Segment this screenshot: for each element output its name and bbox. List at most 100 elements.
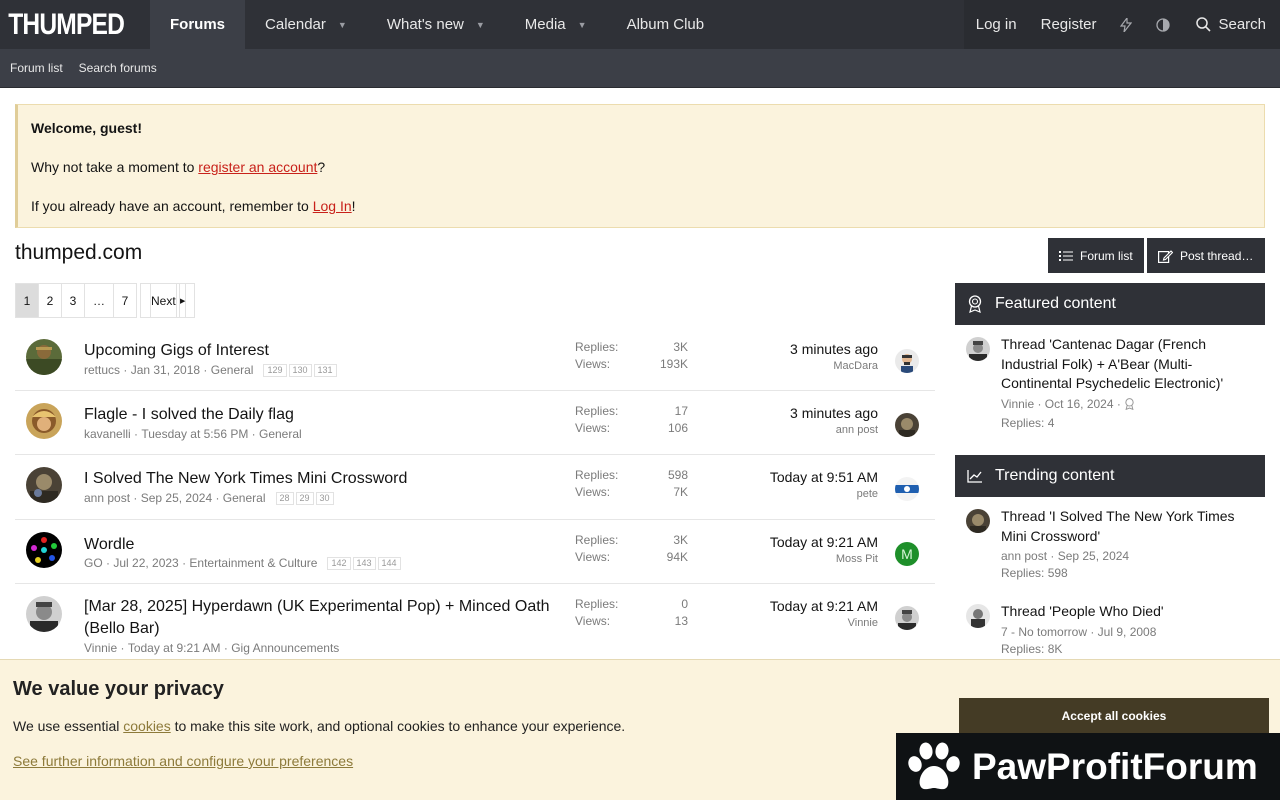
- nav-media[interactable]: Media ▼: [505, 0, 607, 49]
- page-jump[interactable]: 143: [352, 556, 376, 570]
- thread-forum[interactable]: Gig Announcements: [231, 641, 339, 655]
- trending-item-meta[interactable]: 7 - No tomorrow · Jul 9, 2008: [1001, 624, 1265, 641]
- subnav-forum-list[interactable]: Forum list: [10, 61, 63, 75]
- page-jump[interactable]: 131: [313, 363, 337, 377]
- trending-item: Thread 'People Who Died' 7 - No tomorrow…: [955, 602, 1265, 658]
- page-jump[interactable]: 142: [327, 556, 351, 570]
- page-3[interactable]: 3: [61, 283, 85, 318]
- subnav-search-forums[interactable]: Search forums: [79, 61, 157, 75]
- last-post-time[interactable]: Today at 9:21 AM: [770, 597, 878, 615]
- last-poster-avatar[interactable]: M: [895, 542, 919, 566]
- notice-welcome: Welcome, guest!: [31, 120, 142, 136]
- nav-whats-new[interactable]: What's new ▼: [367, 0, 505, 49]
- last-post-user[interactable]: Vinnie: [770, 615, 878, 631]
- avatar[interactable]: [966, 604, 990, 628]
- last-post-time[interactable]: 3 minutes ago: [790, 340, 878, 358]
- award-icon: [968, 295, 982, 313]
- chevron-down-icon[interactable]: ▼: [476, 20, 485, 30]
- replies-label: Replies:: [575, 597, 619, 611]
- trending-item-title[interactable]: Thread 'I Solved The New York Times Mini…: [1001, 507, 1241, 546]
- site-logo[interactable]: THUMPED: [0, 0, 125, 49]
- thread-title[interactable]: Wordle: [84, 534, 564, 556]
- last-post-time[interactable]: 3 minutes ago: [790, 404, 878, 422]
- last-post-user[interactable]: ann post: [790, 422, 878, 438]
- register-link[interactable]: Register: [1028, 0, 1109, 49]
- featured-item-title[interactable]: Thread 'Cantenac Dagar (French Industria…: [1001, 335, 1241, 394]
- thread-title[interactable]: [Mar 28, 2025] Hyperdawn (UK Experimenta…: [84, 596, 564, 640]
- thread-author[interactable]: Vinnie: [84, 641, 117, 655]
- thread-forum[interactable]: General: [259, 427, 302, 441]
- avatar[interactable]: [966, 509, 990, 533]
- last-poster-avatar[interactable]: [895, 413, 919, 437]
- thread-author[interactable]: kavanelli: [84, 427, 131, 441]
- nav-album-club[interactable]: Album Club: [607, 0, 725, 49]
- thread-row: Upcoming Gigs of Interest rettucs · Jan …: [15, 327, 935, 391]
- replies-count: 17: [674, 404, 688, 418]
- featured-content-block: Featured content Thread 'Cantenac Dagar …: [955, 283, 1265, 432]
- thread-author[interactable]: ann post: [84, 491, 130, 505]
- page-ellipsis[interactable]: …: [84, 283, 114, 318]
- login-link[interactable]: Log in: [963, 0, 1029, 49]
- accept-all-cookies-button[interactable]: Accept all cookies: [959, 698, 1269, 733]
- next-page-button[interactable]: Next ▶: [140, 283, 196, 318]
- last-post-user[interactable]: MacDara: [790, 358, 878, 374]
- page-7[interactable]: 7: [113, 283, 137, 318]
- configure-preferences-link[interactable]: See further information and configure yo…: [13, 753, 353, 769]
- last-post-time[interactable]: Today at 9:51 AM: [770, 468, 878, 486]
- lightning-icon[interactable]: [1108, 0, 1145, 49]
- thread-date[interactable]: Sep 25, 2024: [141, 491, 212, 505]
- page-jump[interactable]: 129: [263, 363, 287, 377]
- page-jump[interactable]: 29: [295, 491, 314, 505]
- theme-toggle-icon[interactable]: [1144, 0, 1183, 49]
- last-post: 3 minutes ago ann post: [790, 404, 878, 438]
- avatar[interactable]: [966, 337, 990, 361]
- chevron-down-icon[interactable]: ▼: [338, 20, 347, 30]
- thread-title[interactable]: I Solved The New York Times Mini Crosswo…: [84, 468, 564, 490]
- nav-forums[interactable]: Forums: [150, 0, 246, 49]
- views-label: Views:: [575, 485, 611, 499]
- search-button[interactable]: Search: [1182, 0, 1280, 49]
- cookies-link[interactable]: cookies: [123, 718, 170, 734]
- thread-forum[interactable]: General: [223, 491, 266, 505]
- thread-date[interactable]: Jul 22, 2023: [113, 556, 178, 570]
- register-account-link[interactable]: register an account: [198, 159, 317, 175]
- page-1[interactable]: 1: [15, 283, 39, 318]
- forum-list-button[interactable]: Forum list: [1048, 238, 1144, 273]
- page-jump[interactable]: 30: [315, 491, 334, 505]
- page-jump[interactable]: 144: [377, 556, 401, 570]
- last-poster-avatar[interactable]: [895, 349, 919, 373]
- thread-title[interactable]: Upcoming Gigs of Interest: [84, 340, 564, 362]
- thread-author[interactable]: GO: [84, 556, 103, 570]
- views-count: 94K: [666, 550, 688, 564]
- last-post-user[interactable]: Moss Pit: [770, 551, 878, 567]
- avatar[interactable]: [26, 467, 62, 503]
- page-jump[interactable]: 130: [288, 363, 312, 377]
- featured-item-byline[interactable]: Vinnie · Oct 16, 2024 ·: [1001, 397, 1121, 411]
- notice-login-link[interactable]: Log In: [313, 198, 352, 214]
- thread-title[interactable]: Flagle - I solved the Daily flag: [84, 404, 564, 426]
- last-post: Today at 9:51 AM pete: [770, 468, 878, 502]
- thread-date[interactable]: Today at 9:21 AM: [128, 641, 221, 655]
- page-2[interactable]: 2: [38, 283, 62, 318]
- post-thread-button[interactable]: Post thread…: [1147, 238, 1265, 273]
- last-post-user[interactable]: pete: [770, 486, 878, 502]
- nav-calendar[interactable]: Calendar ▼: [245, 0, 367, 49]
- thread-date[interactable]: Jan 31, 2018: [131, 363, 200, 377]
- avatar[interactable]: [26, 403, 62, 439]
- views-label: Views:: [575, 614, 611, 628]
- thread-date[interactable]: Tuesday at 5:56 PM: [141, 427, 248, 441]
- avatar[interactable]: [26, 339, 62, 375]
- trending-item-meta[interactable]: ann post · Sep 25, 2024: [1001, 548, 1265, 565]
- chevron-down-icon[interactable]: ▼: [578, 20, 587, 30]
- last-poster-avatar[interactable]: [895, 606, 919, 630]
- page-jump[interactable]: 28: [275, 491, 294, 505]
- last-poster-avatar[interactable]: [895, 477, 919, 501]
- avatar[interactable]: [26, 596, 62, 632]
- thread-page-jumps: 142 143 144: [327, 556, 402, 570]
- thread-author[interactable]: rettucs: [84, 363, 120, 377]
- thread-forum[interactable]: General: [211, 363, 254, 377]
- thread-forum[interactable]: Entertainment & Culture: [189, 556, 317, 570]
- trending-item-title[interactable]: Thread 'People Who Died': [1001, 602, 1241, 622]
- last-post-time[interactable]: Today at 9:21 AM: [770, 533, 878, 551]
- avatar[interactable]: [26, 532, 62, 568]
